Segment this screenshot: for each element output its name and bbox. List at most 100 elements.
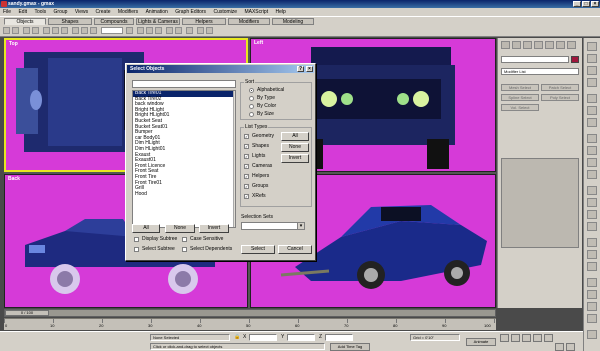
object-list-item[interactable]: Hood (133, 191, 235, 198)
select-by-name-icon[interactable] (52, 27, 59, 34)
menu-create[interactable]: Create (92, 8, 113, 16)
undo-icon[interactable] (3, 27, 10, 34)
close-button[interactable]: × (591, 1, 599, 7)
mesh-select-button[interactable]: Mesh Select (501, 84, 539, 91)
object-list-scrollbar[interactable] (233, 91, 235, 227)
tool-icon-5[interactable] (587, 94, 597, 103)
display-panel-icon[interactable] (545, 41, 554, 49)
tool-icon-13[interactable] (587, 198, 597, 207)
tool-icon-10[interactable] (587, 158, 597, 167)
tool-icon-4[interactable] (587, 78, 597, 87)
list-types-invert-button[interactable]: Invert (281, 154, 309, 163)
object-name-search-input[interactable] (132, 80, 236, 88)
menu-animation[interactable]: Animation (143, 8, 171, 16)
pivot-icon[interactable] (126, 27, 133, 34)
menu-edit[interactable]: Edit (15, 8, 30, 16)
sort-by-type-radio[interactable] (249, 96, 254, 101)
modify-panel-icon[interactable] (512, 41, 521, 49)
material-editor-icon[interactable] (197, 27, 204, 34)
tool-icon-1[interactable] (587, 42, 597, 51)
select-invert-button[interactable]: Invert (199, 224, 229, 233)
tool-icon-12[interactable] (587, 186, 597, 195)
redo-icon[interactable] (12, 27, 19, 34)
tool-icon-14[interactable] (587, 210, 597, 219)
object-list[interactable]: Back Tire01 Back Tire02 back window Bright … (132, 90, 236, 228)
tools-panel-icon[interactable] (567, 41, 576, 49)
select-dependents-checkbox[interactable] (182, 247, 187, 252)
tool-icon-8[interactable] (587, 134, 597, 143)
selection-sets-dropdown[interactable]: ▾ (241, 222, 305, 230)
tool-icon-20[interactable] (587, 290, 597, 299)
x-coord-field[interactable] (249, 334, 277, 341)
menu-views[interactable]: Views (72, 8, 91, 16)
maximize-button[interactable]: □ (582, 1, 590, 7)
y-coord-field[interactable] (287, 334, 315, 341)
modifier-stack[interactable] (501, 158, 579, 248)
time-slider-thumb[interactable]: 0 / 100 (5, 310, 49, 316)
dialog-close-button[interactable]: × (306, 66, 313, 72)
tab-compounds[interactable]: Compounds (94, 18, 134, 25)
reference-coord-dropdown[interactable] (101, 27, 123, 34)
menu-help[interactable]: Help (272, 8, 288, 16)
tool-icon-15[interactable] (587, 222, 597, 231)
lights-checkbox[interactable]: ✓ (244, 154, 249, 159)
mirror-icon[interactable] (166, 27, 173, 34)
menu-graph-editors[interactable]: Graph Editors (172, 8, 209, 16)
pan-icon[interactable] (566, 343, 575, 351)
render-icon[interactable] (206, 27, 213, 34)
list-types-all-button[interactable]: All (281, 132, 309, 141)
select-button[interactable]: Select (241, 245, 275, 254)
display-subtree-checkbox[interactable] (134, 237, 139, 242)
xrefs-checkbox[interactable]: ✓ (244, 194, 249, 199)
tab-modeling[interactable]: Modeling (272, 18, 314, 25)
tab-objects[interactable]: Objects (4, 18, 46, 25)
tool-icon-17[interactable] (587, 250, 597, 259)
align-icon[interactable] (175, 27, 182, 34)
menu-modifiers[interactable]: Modifiers (115, 8, 141, 16)
tool-icon-7[interactable] (587, 118, 597, 127)
tab-modifiers[interactable]: Modifiers (228, 18, 270, 25)
tab-helpers[interactable]: Helpers (182, 18, 226, 25)
menu-customize[interactable]: Customize (210, 8, 240, 16)
hierarchy-panel-icon[interactable] (523, 41, 532, 49)
dialog-help-button[interactable]: ? (297, 66, 304, 72)
menu-group[interactable]: Group (51, 8, 71, 16)
tool-icon-22[interactable] (587, 314, 597, 323)
rotate-icon[interactable] (81, 27, 88, 34)
object-name-field[interactable] (501, 56, 569, 63)
tool-icon-16[interactable] (587, 238, 597, 247)
animate-button[interactable]: Animate (466, 338, 496, 346)
geometry-checkbox[interactable]: ✓ (244, 134, 249, 139)
named-selection-icon[interactable] (186, 27, 193, 34)
poly-select-button[interactable]: Poly Select (541, 94, 579, 101)
tool-icon-2[interactable] (587, 54, 597, 63)
region-select-icon[interactable] (61, 27, 68, 34)
utilities-panel-icon[interactable] (556, 41, 565, 49)
menu-maxscript[interactable]: MAXScript (241, 8, 271, 16)
tool-icon-6[interactable] (587, 106, 597, 115)
tool-icon-21[interactable] (587, 302, 597, 311)
tool-icon-18[interactable] (587, 262, 597, 271)
select-none-button[interactable]: None (165, 224, 195, 233)
lock-icon[interactable]: 🔒 (234, 334, 240, 340)
sort-by-size-radio[interactable] (249, 112, 254, 117)
tool-icon-11[interactable] (587, 170, 597, 179)
groups-checkbox[interactable]: ✓ (244, 184, 249, 189)
menu-file[interactable]: File (0, 8, 14, 16)
time-slider[interactable]: 0 / 100 (4, 309, 496, 317)
track-bar[interactable]: 0 10 20 30 40 50 60 70 80 90 100 (4, 318, 496, 330)
create-panel-icon[interactable] (501, 41, 510, 49)
cameras-checkbox[interactable]: ✓ (244, 164, 249, 169)
modifier-list-dropdown[interactable]: Modifier List (501, 68, 579, 75)
spline-select-button[interactable]: Spline Select (501, 94, 539, 101)
play-icon[interactable] (522, 334, 531, 342)
minimize-button[interactable]: _ (573, 1, 581, 7)
patch-select-button[interactable]: Patch Select (541, 84, 579, 91)
object-color-swatch[interactable] (571, 56, 579, 63)
prev-frame-icon[interactable] (511, 334, 520, 342)
vol-select-button[interactable]: Vol. Select (501, 104, 539, 111)
tab-lights-cameras[interactable]: Lights & Cameras (136, 18, 180, 25)
select-subtree-checkbox[interactable] (134, 247, 139, 252)
next-frame-icon[interactable] (533, 334, 542, 342)
list-types-none-button[interactable]: None (281, 143, 309, 152)
